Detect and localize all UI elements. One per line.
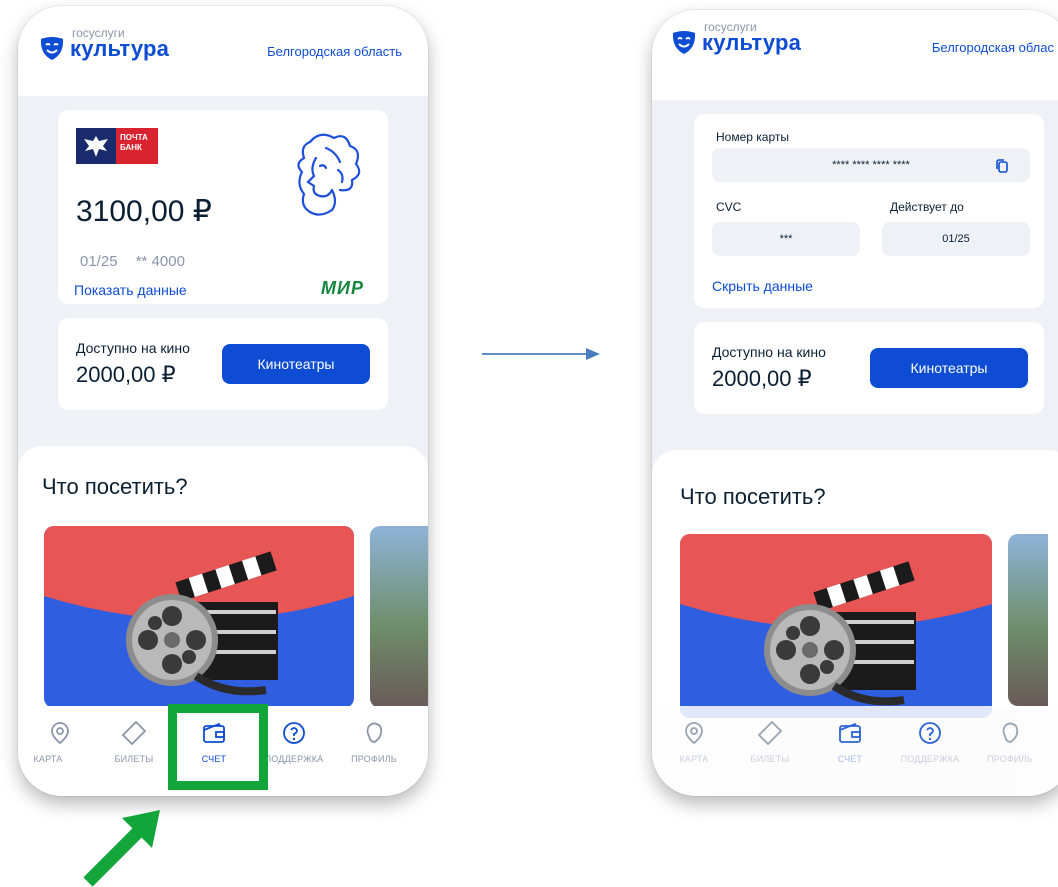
- mir-logo: МИР: [321, 278, 364, 298]
- tab-profile-label: ПРОФИЛЬ: [987, 754, 1033, 764]
- promo-card-next[interactable]: [1008, 534, 1048, 706]
- profile-icon: [1002, 722, 1019, 743]
- film-reel-clapperboard-icon: [44, 526, 354, 708]
- tab-account-label: СЧЕТ: [837, 754, 863, 764]
- card-number-value: **** **** **** ****: [832, 159, 910, 171]
- cvc-value: ***: [779, 233, 793, 245]
- cinema-balance: 2000,00 ₽: [76, 362, 176, 387]
- pochta-bank-logo: ПОЧТА БАНК: [76, 128, 158, 164]
- card-masked-number: ** 4000: [135, 253, 185, 270]
- tab-tickets-label: БИЛЕТЫ: [750, 754, 790, 764]
- app-header: госуслуги культура Белгородская облас: [652, 10, 1058, 100]
- cvc-field[interactable]: ***: [712, 222, 860, 256]
- bank-name-line2: БАНК: [120, 143, 142, 152]
- cinema-balance-card: Доступно на кино 2000,00 ₽ Кинотеатры: [694, 322, 1044, 414]
- tab-map[interactable]: КАРТА: [22, 720, 98, 764]
- show-details-link[interactable]: Показать данные: [74, 282, 187, 298]
- tab-profile[interactable]: ПРОФИЛЬ: [336, 720, 412, 764]
- eagle-icon: [76, 128, 116, 164]
- region-selector[interactable]: Белгородская область: [267, 44, 402, 59]
- valid-until-label: Действует до: [890, 200, 964, 214]
- what-to-visit-section: Что посетить?: [652, 450, 1058, 718]
- cinema-label: Доступно на кино: [712, 344, 826, 360]
- cinema-balance-card: Доступно на кино 2000,00 ₽ Кинотеатры: [58, 318, 388, 410]
- cinema-label: Доступно на кино: [76, 340, 190, 356]
- section-title: Что посетить?: [42, 474, 188, 499]
- logo-title: культура: [70, 36, 170, 61]
- phone-screen-account: госуслуги культура Белгородская область …: [18, 6, 428, 796]
- tab-map-label: КАРТА: [679, 754, 709, 764]
- wallet-icon: [839, 722, 861, 743]
- map-pin-icon: [685, 722, 703, 745]
- tab-map[interactable]: КАРТА: [656, 720, 732, 764]
- pushkin-portrait-icon: [297, 133, 361, 216]
- bank-name-line1: ПОЧТА: [120, 133, 148, 142]
- ticket-icon: [121, 720, 147, 746]
- bottom-tab-bar: КАРТА БИЛЕТЫ СЧЕТ ПОДДЕРЖКА ПРОФИЛЬ: [652, 706, 1058, 796]
- green-arrow-icon: [83, 810, 160, 887]
- logo-title: культура: [702, 30, 802, 55]
- tab-tickets-label: БИЛЕТЫ: [114, 754, 154, 764]
- card-details-panel: Номер карты **** **** **** **** CVC *** …: [694, 114, 1044, 308]
- tab-map-label: КАРТА: [33, 754, 63, 764]
- promo-card-next[interactable]: [370, 526, 428, 708]
- cinema-balance: 2000,00 ₽: [712, 366, 812, 391]
- tab-support-label: ПОДДЕРЖКА: [900, 754, 960, 764]
- card-number-field[interactable]: **** **** **** ****: [712, 148, 1030, 182]
- cinemas-button[interactable]: Кинотеатры: [870, 348, 1028, 388]
- tab-support[interactable]: ПОДДЕРЖКА: [892, 720, 968, 764]
- right-arrow-icon: [482, 348, 600, 360]
- support-icon: [919, 722, 941, 744]
- tab-tickets[interactable]: БИЛЕТЫ: [732, 720, 808, 764]
- theater-mask-icon: [40, 37, 64, 60]
- phone-screen-account-details: госуслуги культура Белгородская облас Но…: [652, 10, 1058, 796]
- card-number-label: Номер карты: [716, 130, 789, 144]
- valid-until-field[interactable]: 01/25: [882, 222, 1030, 256]
- support-icon: [283, 722, 305, 744]
- profile-icon: [366, 722, 383, 743]
- theater-mask-icon: [672, 31, 696, 54]
- hide-details-link[interactable]: Скрыть данные: [712, 278, 813, 294]
- valid-until-value: 01/25: [942, 233, 970, 245]
- account-tab-highlight: [168, 704, 268, 790]
- map-pin-icon: [51, 722, 69, 745]
- what-to-visit-section: Что посетить?: [18, 446, 428, 708]
- section-title: Что посетить?: [680, 484, 826, 509]
- cvc-label: CVC: [716, 200, 742, 214]
- promo-card-cinema[interactable]: [680, 534, 992, 718]
- promo-card-cinema[interactable]: [44, 526, 354, 708]
- app-header: госуслуги культура Белгородская область: [18, 6, 428, 96]
- cinemas-button[interactable]: Кинотеатры: [222, 344, 370, 384]
- region-selector[interactable]: Белгородская облас: [932, 40, 1054, 55]
- tab-tickets[interactable]: БИЛЕТЫ: [96, 720, 172, 764]
- tab-account[interactable]: СЧЕТ: [812, 720, 888, 764]
- tab-profile[interactable]: ПРОФИЛЬ: [972, 720, 1048, 764]
- card-meta: 01/25 ** 4000: [80, 253, 199, 270]
- tab-profile-label: ПРОФИЛЬ: [351, 754, 397, 764]
- ticket-icon: [757, 720, 783, 746]
- pushkin-card: ПОЧТА БАНК 3100,00 ₽ 01/25 ** 4000 Показ…: [58, 110, 388, 304]
- card-balance: 3100,00 ₽: [76, 195, 212, 228]
- film-reel-clapperboard-icon: [680, 534, 992, 718]
- card-expiry: 01/25: [80, 253, 118, 270]
- copy-icon[interactable]: [994, 158, 1010, 174]
